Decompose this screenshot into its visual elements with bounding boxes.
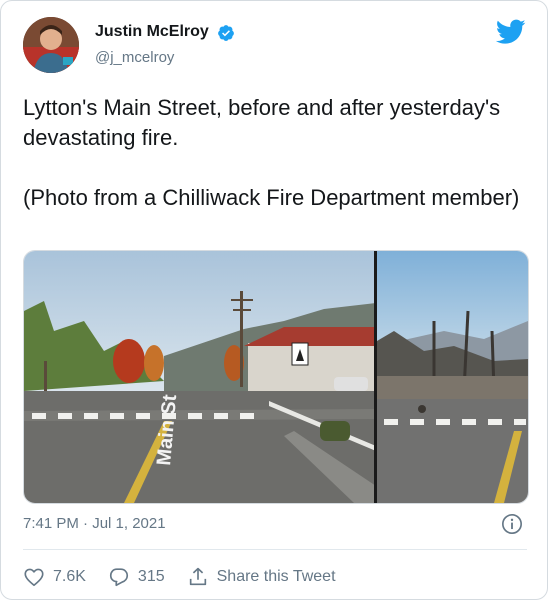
share-label: Share this Tweet	[216, 568, 336, 585]
share-icon	[189, 567, 206, 586]
author-handle[interactable]: @j_mcelroy	[95, 49, 174, 66]
tweet-actions: 7.6K 315 Share this Tweet	[23, 565, 358, 589]
twitter-bird-icon[interactable]	[496, 19, 526, 45]
tweet-timestamp[interactable]: 7:41 PM · Jul 1, 2021	[23, 515, 166, 532]
reply-icon	[109, 568, 128, 587]
tweet-card: Justin McElroy @j_mcelroy Lytton's Main …	[0, 0, 548, 600]
reply-count: 315	[137, 568, 165, 585]
before-after-street-photo: Main St	[24, 251, 528, 503]
tweet-text-line: Lytton's Main Street, before and after y…	[23, 95, 501, 150]
divider	[23, 549, 527, 550]
like-button[interactable]: 7.6K	[23, 566, 86, 588]
like-count: 7.6K	[53, 568, 86, 585]
share-button[interactable]: Share this Tweet	[187, 566, 336, 588]
tweet-photo[interactable]: Main St	[23, 250, 529, 504]
heart-icon	[24, 568, 44, 587]
verified-badge-icon	[218, 25, 234, 41]
avatar[interactable]	[23, 17, 79, 73]
author-name[interactable]: Justin McElroy	[95, 23, 209, 41]
tweet-text-line: (Photo from a Chilliwack Fire Department…	[23, 185, 520, 210]
tweet-text: Lytton's Main Street, before and after y…	[23, 93, 523, 213]
reply-button[interactable]: 315	[108, 566, 165, 588]
info-icon[interactable]	[501, 513, 523, 535]
